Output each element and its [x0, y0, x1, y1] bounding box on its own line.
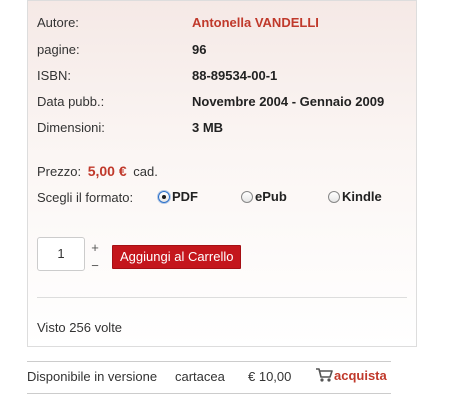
format-label: Scegli il formato: [37, 190, 134, 205]
availability-text: Disponibile in versione [27, 369, 158, 384]
detail-label: Dimensioni: [37, 120, 105, 135]
detail-label: pagine: [37, 42, 80, 57]
radio-button[interactable] [328, 190, 340, 203]
quantity-input[interactable]: 1 [37, 237, 85, 271]
product-details-panel: Autore: Antonella VANDELLI pagine: 96 IS… [27, 0, 417, 347]
detail-label: Autore: [37, 15, 79, 30]
cart-icon [316, 368, 333, 382]
format-option-label: Kindle [342, 189, 382, 204]
detail-value: Novembre 2004 - Gennaio 2009 [192, 94, 385, 109]
availability-type: cartacea [175, 369, 225, 384]
detail-label: Data pubb.: [37, 94, 105, 109]
add-to-cart-button[interactable]: Aggiungi al Carrello [112, 245, 242, 269]
format-option-kindle[interactable]: Kindle [328, 189, 382, 204]
detail-value: 3 MB [192, 120, 224, 135]
format-option-pdf[interactable]: PDF [158, 189, 198, 204]
format-option-label: ePub [255, 189, 287, 204]
view-count: Visto 256 volte [37, 320, 123, 335]
author-link[interactable]: Antonella VANDELLI [192, 14, 319, 32]
detail-label: ISBN: [37, 68, 71, 83]
buy-link[interactable]: acquista [315, 367, 387, 383]
detail-value: 88-89534-00-1 [192, 68, 278, 83]
format-option-epub[interactable]: ePub [241, 189, 287, 204]
divider [27, 361, 391, 362]
detail-value: 96 [192, 42, 207, 57]
divider [27, 393, 391, 394]
price-unit: cad. [133, 164, 158, 179]
price-row: Prezzo: 5,00 € cad. [37, 163, 158, 179]
buy-link-label: acquista [334, 367, 387, 383]
availability-price: € 10,00 [248, 369, 292, 384]
quantity-decrease-button[interactable]: − [90, 259, 100, 273]
price-value: 5,00 € [87, 163, 127, 179]
format-option-label: PDF [172, 189, 198, 204]
radio-button[interactable] [241, 190, 253, 203]
radio-button-checked[interactable] [158, 190, 170, 203]
divider [37, 297, 407, 298]
quantity-increase-button[interactable]: + [90, 241, 100, 255]
price-label: Prezzo: [37, 164, 82, 179]
